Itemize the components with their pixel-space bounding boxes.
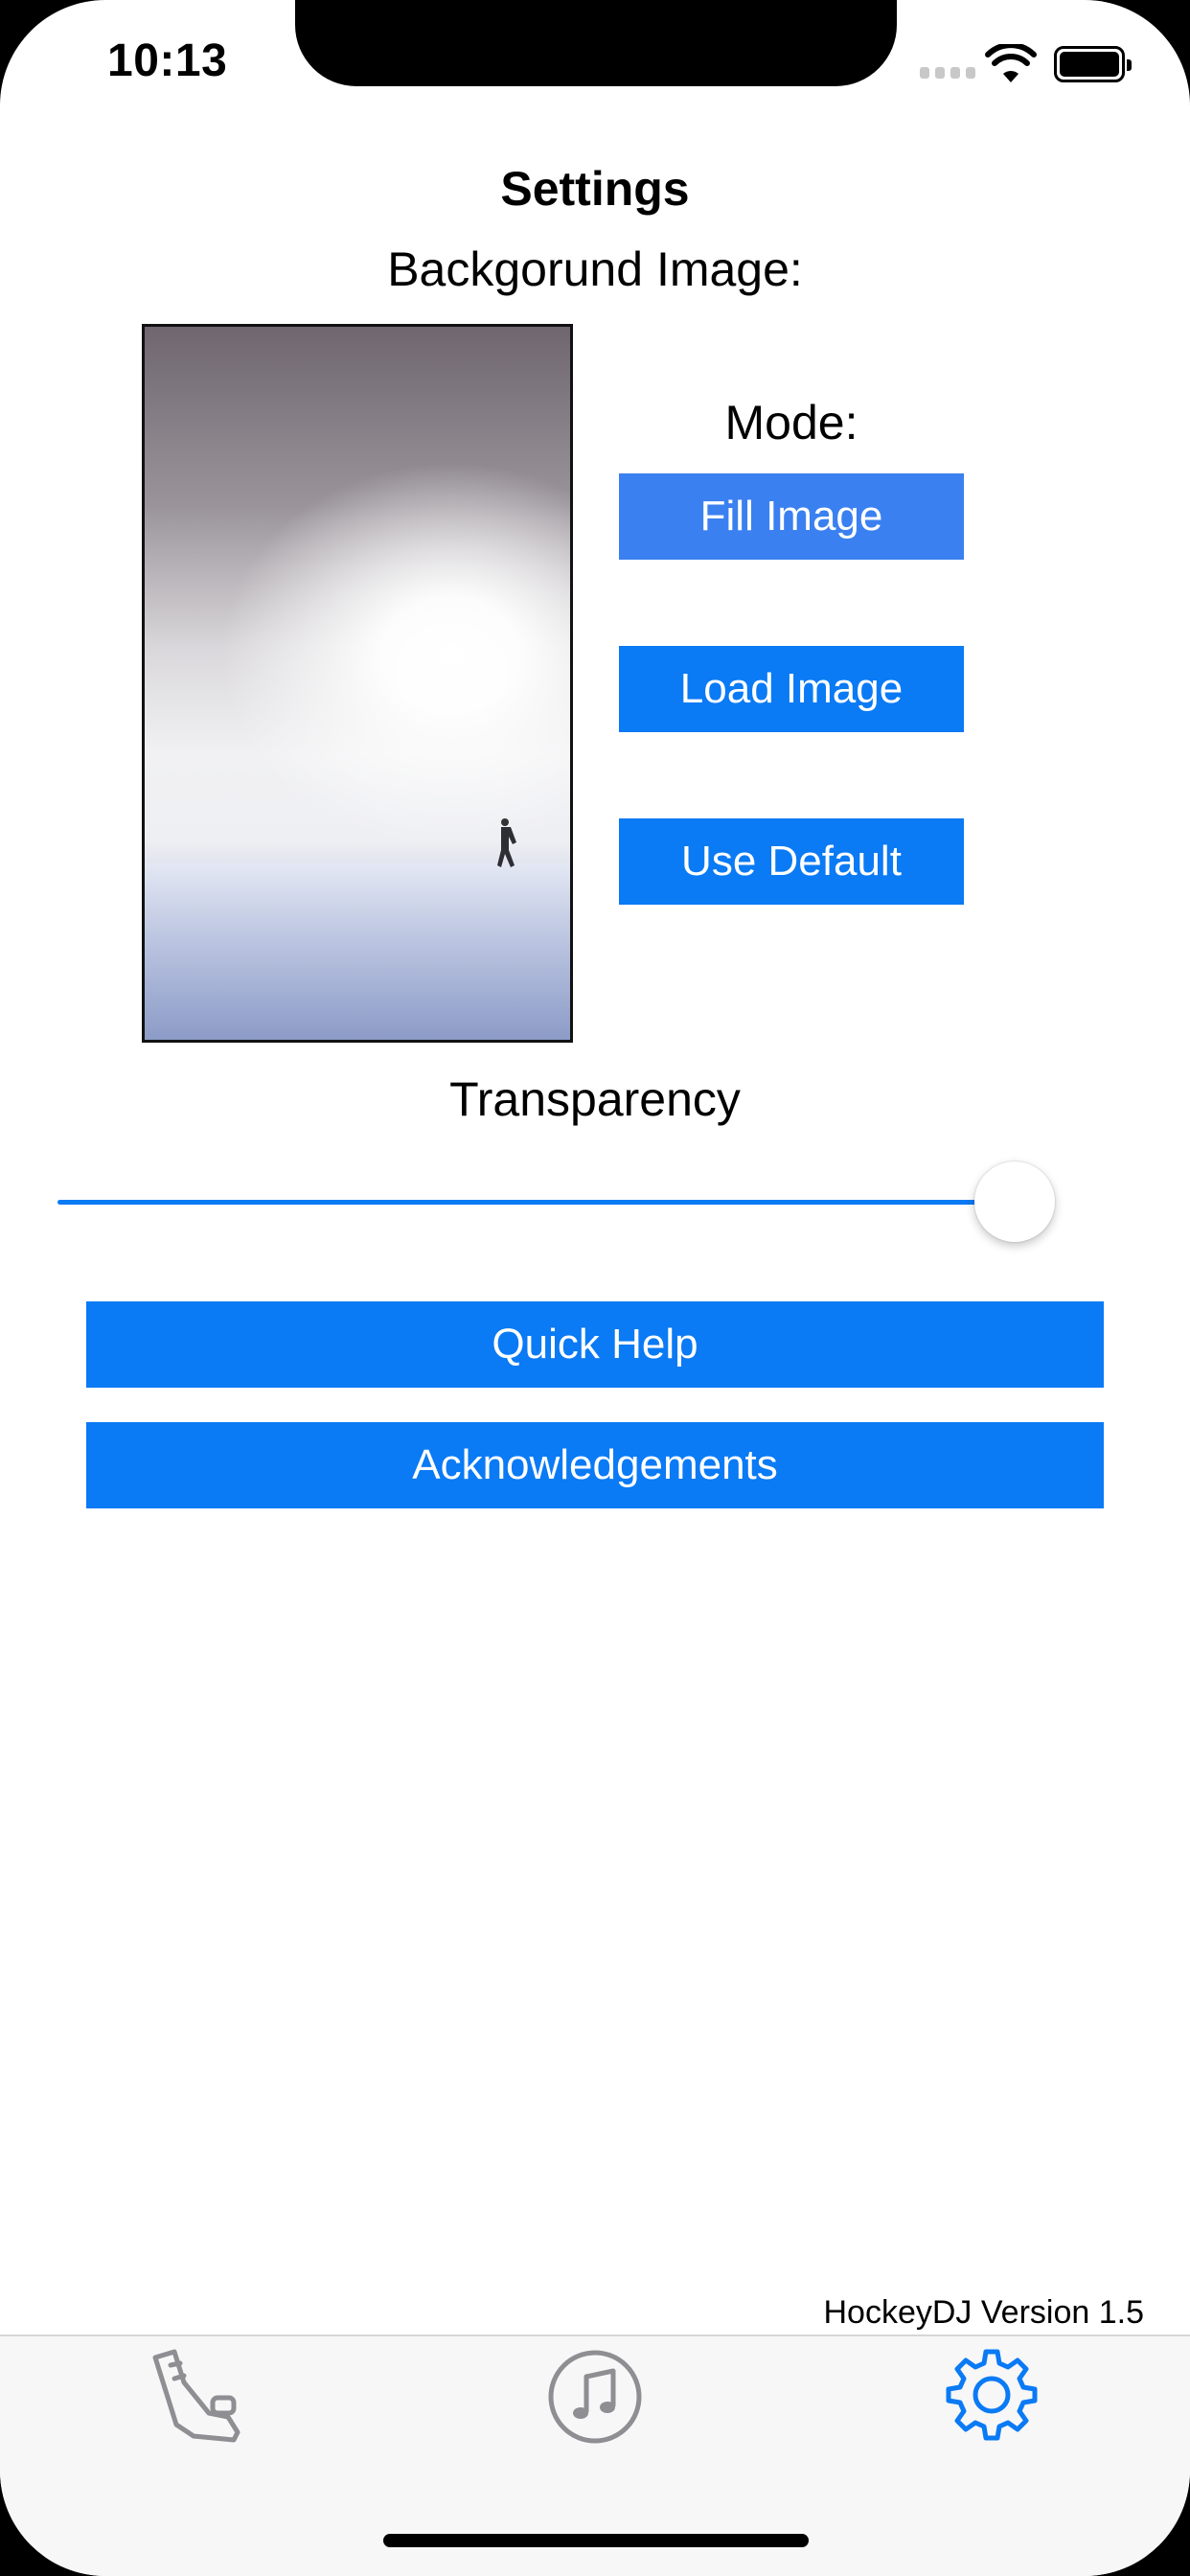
tab-skate[interactable] xyxy=(146,2344,251,2450)
ice-surface xyxy=(145,863,570,1040)
version-label: HockeyDJ Version 1.5 xyxy=(823,2294,1145,2331)
cellular-signal-icon xyxy=(920,67,975,80)
gear-icon xyxy=(946,2349,1038,2441)
use-default-button[interactable]: Use Default xyxy=(619,818,964,905)
device-screen: 10:13 Settings Backgorund Image: Mode: F… xyxy=(0,0,1190,2576)
transparency-slider[interactable] xyxy=(57,1162,1134,1242)
battery-icon xyxy=(1054,46,1132,82)
wifi-icon xyxy=(985,44,1037,82)
status-time: 10:13 xyxy=(107,35,228,86)
acknowledgements-button[interactable]: Acknowledgements xyxy=(86,1422,1104,1508)
notch xyxy=(295,0,897,86)
quick-help-button[interactable]: Quick Help xyxy=(86,1301,1104,1388)
background-image-preview xyxy=(142,324,573,1043)
mode-label: Mode: xyxy=(724,396,858,449)
skate-icon xyxy=(152,2349,240,2443)
slider-track[interactable] xyxy=(57,1200,1015,1205)
music-icon xyxy=(548,2350,642,2444)
load-image-button[interactable]: Load Image xyxy=(619,646,964,732)
background-image-label: Backgorund Image: xyxy=(387,242,803,296)
home-indicator xyxy=(383,2534,809,2547)
page-title: Settings xyxy=(500,162,690,216)
fill-image-button[interactable]: Fill Image xyxy=(619,473,964,560)
slider-thumb[interactable] xyxy=(973,1162,1055,1242)
transparency-label: Transparency xyxy=(449,1072,741,1126)
skater-figure xyxy=(497,818,516,867)
tab-music[interactable] xyxy=(542,2344,648,2450)
tab-settings[interactable] xyxy=(939,2344,1044,2450)
